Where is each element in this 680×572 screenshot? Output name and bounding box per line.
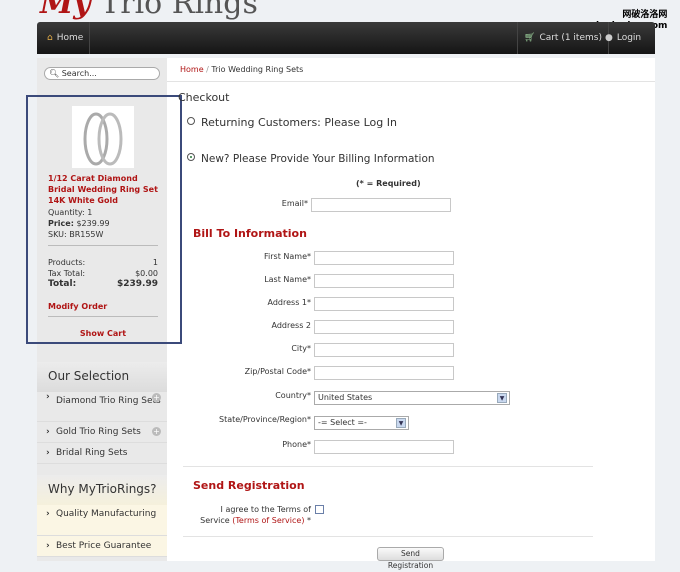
last-name-label: Last Name* bbox=[171, 275, 311, 284]
country-select[interactable]: United States▼ bbox=[314, 391, 510, 405]
expand-icon: + bbox=[152, 393, 161, 402]
ring-set-icon bbox=[72, 106, 134, 168]
required-note: (* = Required) bbox=[356, 179, 421, 188]
search-icon: 🔍︎ bbox=[49, 69, 59, 78]
product-image[interactable] bbox=[72, 106, 134, 168]
cart-product-name[interactable]: 1/12 Carat Diamond Bridal Wedding Ring S… bbox=[48, 173, 160, 206]
site-logo[interactable]: My Trio Rings bbox=[40, 0, 258, 21]
bill-to-heading: Bill To Information bbox=[193, 227, 307, 240]
email-field[interactable] bbox=[311, 198, 451, 212]
country-label: Country* bbox=[171, 391, 311, 400]
nav-home[interactable]: ⌂Home bbox=[41, 22, 90, 54]
search-input[interactable]: 🔍︎ Search... bbox=[44, 67, 160, 80]
cart-totals: Products:1 Tax Total:$0.00 Total:$239.99 bbox=[48, 257, 158, 290]
home-icon: ⌂ bbox=[47, 22, 53, 54]
expand-icon: + bbox=[152, 427, 161, 436]
page-title: Checkout bbox=[178, 91, 229, 104]
sidebar-item-quality[interactable]: ›Quality Manufacturing bbox=[37, 505, 167, 536]
city-label: City* bbox=[171, 344, 311, 353]
cart-details: Quantity: 1 Price: $239.99 SKU: BR155W bbox=[48, 207, 110, 240]
breadcrumb-home[interactable]: Home bbox=[180, 65, 204, 74]
cart-icon: 🛒︎ bbox=[524, 22, 535, 54]
state-select[interactable]: -= Select =-▼ bbox=[314, 416, 409, 430]
breadcrumb: Home / Trio Wedding Ring Sets bbox=[167, 58, 655, 82]
first-name-field[interactable] bbox=[314, 251, 454, 265]
phone-label: Phone* bbox=[171, 440, 311, 449]
terms-label: I agree to the Terms of Service (Terms o… bbox=[190, 504, 311, 526]
new-customer-radio[interactable]: New? Please Provide Your Billing Informa… bbox=[187, 153, 435, 165]
nav-cart[interactable]: 🛒︎Cart (1 items) bbox=[517, 22, 609, 54]
modify-order-link[interactable]: Modify Order bbox=[48, 302, 107, 311]
sidebar-item-gold-trio[interactable]: ›Gold Trio Ring Sets+ bbox=[37, 422, 167, 443]
sidebar-item-best-price[interactable]: ›Best Price Guarantee bbox=[37, 536, 167, 557]
address1-field[interactable] bbox=[314, 297, 454, 311]
zip-label: Zip/Postal Code* bbox=[171, 367, 311, 376]
our-selection-heading: Our Selection bbox=[37, 362, 167, 392]
nav-login[interactable]: ●Login bbox=[599, 22, 647, 54]
zip-field[interactable] bbox=[314, 366, 454, 380]
why-heading: Why MyTrioRings? bbox=[37, 475, 167, 505]
sidebar-item-bridal[interactable]: ›Bridal Ring Sets bbox=[37, 443, 167, 464]
send-registration-heading: Send Registration bbox=[193, 479, 305, 492]
last-name-field[interactable] bbox=[314, 274, 454, 288]
email-label: Email* bbox=[168, 199, 308, 208]
returning-customer-radio[interactable]: Returning Customers: Please Log In bbox=[187, 116, 397, 129]
show-cart-link[interactable]: Show Cart bbox=[48, 329, 158, 338]
chevron-down-icon: ▼ bbox=[497, 393, 507, 403]
state-label: State/Province/Region* bbox=[171, 415, 311, 424]
first-name-label: First Name* bbox=[171, 252, 311, 261]
city-field[interactable] bbox=[314, 343, 454, 357]
address1-label: Address 1* bbox=[171, 298, 311, 307]
terms-checkbox[interactable] bbox=[315, 505, 324, 514]
top-nav: ⌂Home 🛒︎Cart (1 items) ●Login bbox=[37, 22, 655, 54]
phone-field[interactable] bbox=[314, 440, 454, 454]
terms-link[interactable]: (Terms of Service) bbox=[232, 516, 304, 525]
sidebar-item-diamond-trio[interactable]: ›Diamond Trio Ring Sets+ bbox=[37, 392, 167, 422]
user-icon: ● bbox=[605, 22, 613, 54]
send-registration-button[interactable]: Send Registration bbox=[377, 547, 444, 561]
address2-field[interactable] bbox=[314, 320, 454, 334]
chevron-down-icon: ▼ bbox=[396, 418, 406, 428]
address2-label: Address 2 bbox=[171, 321, 311, 330]
